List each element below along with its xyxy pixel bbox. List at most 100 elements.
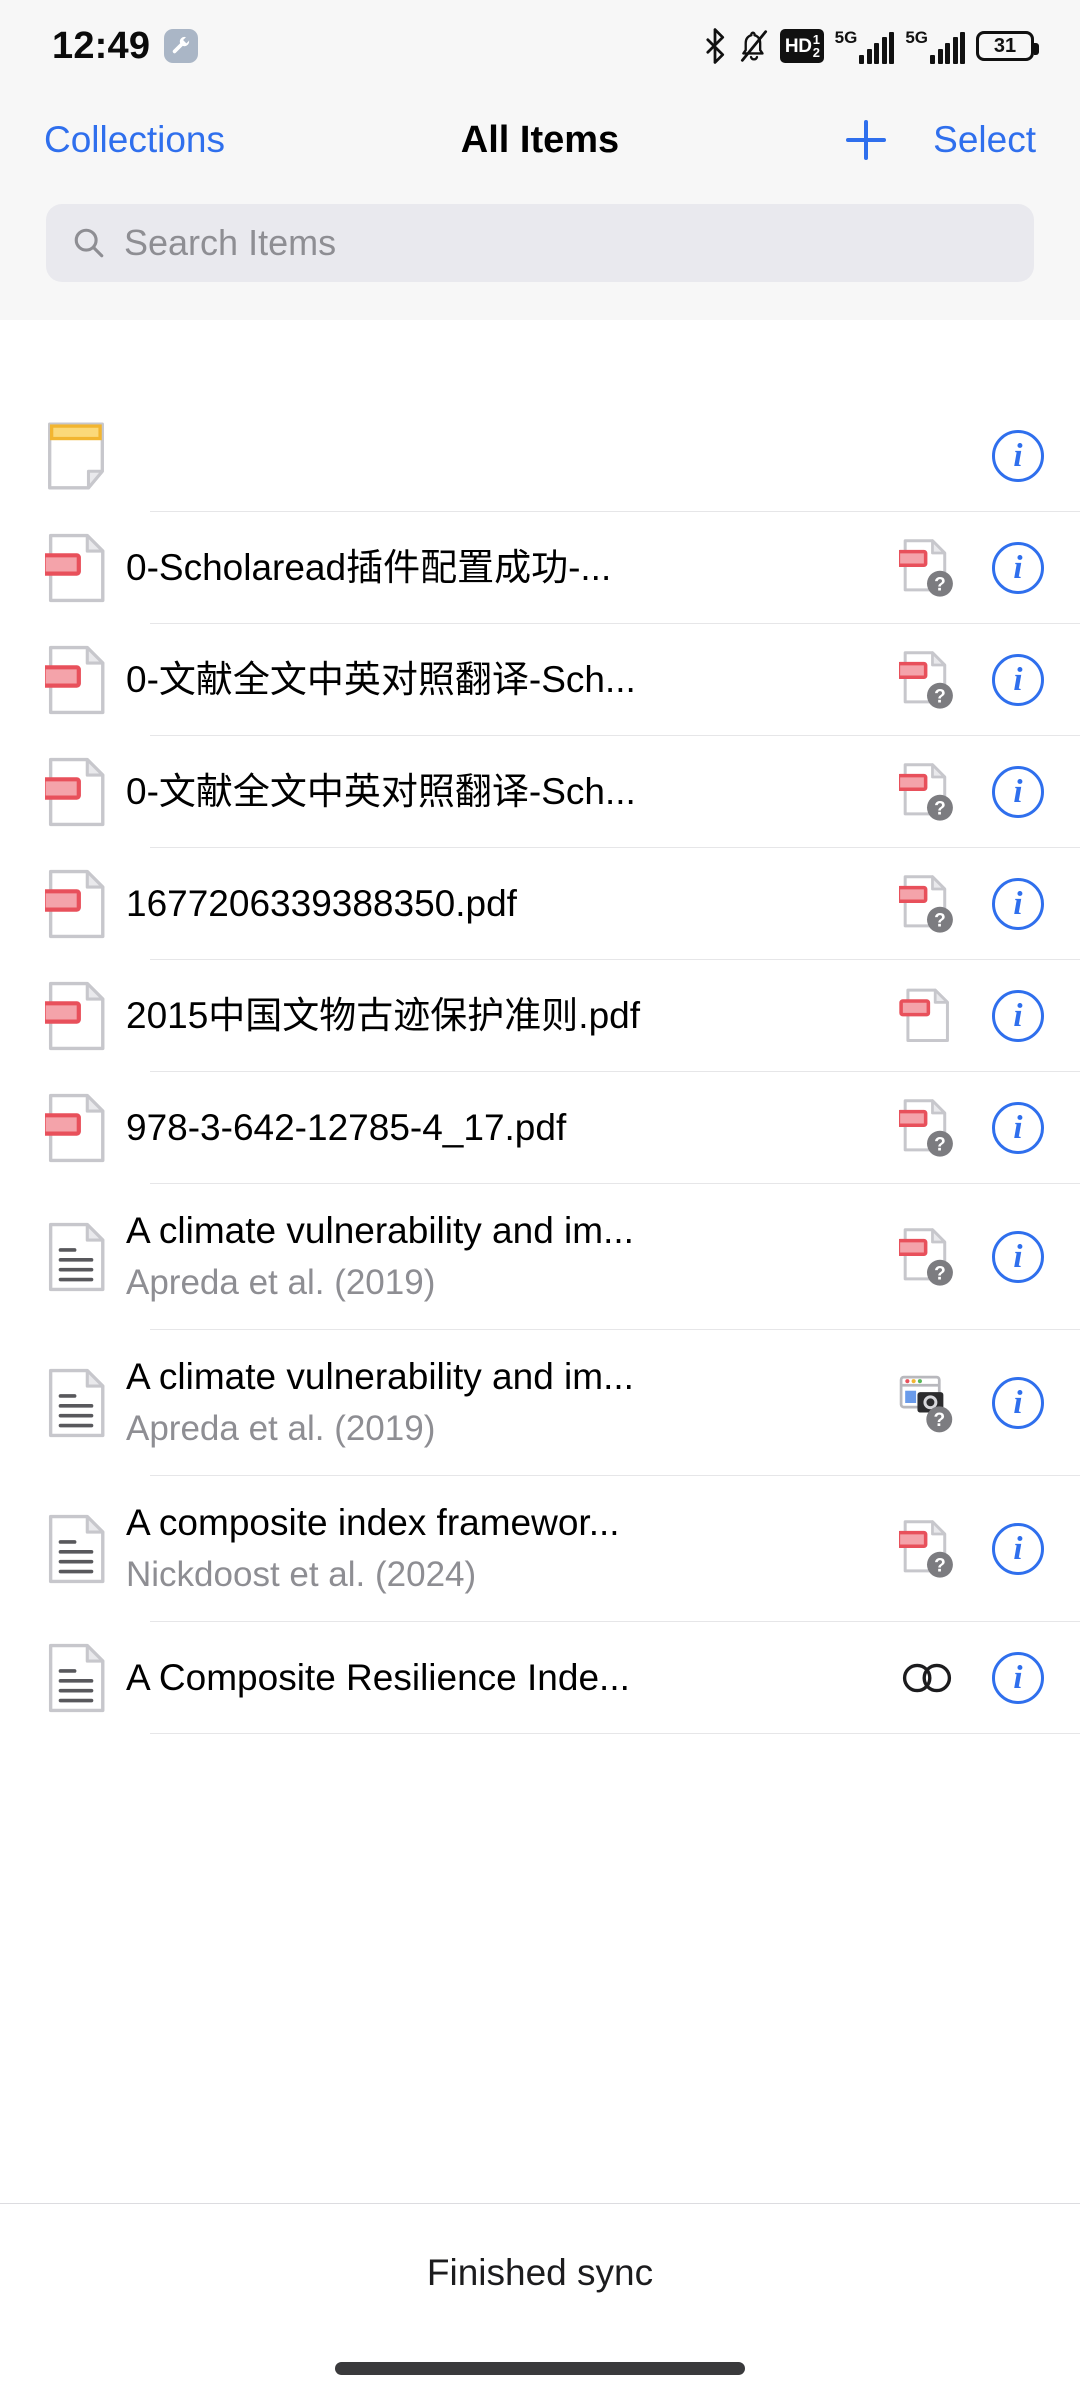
journal-article-icon — [45, 1641, 107, 1715]
list-item[interactable]: 2015中国文物古迹保护准则.pdf i — [0, 960, 1080, 1072]
item-attachment-status[interactable]: ? — [884, 1227, 970, 1287]
item-type-icon-wrap — [26, 1220, 126, 1294]
pdf-attachment-icon — [45, 643, 107, 717]
home-indicator[interactable] — [335, 2362, 745, 2375]
item-info-wrap: i — [970, 1377, 1044, 1429]
add-item-button[interactable] — [843, 117, 889, 163]
info-button[interactable]: i — [992, 766, 1044, 818]
pdf-missing-icon: ? — [899, 650, 955, 710]
journal-article-icon — [45, 1366, 107, 1440]
item-type-icon-wrap — [26, 1091, 126, 1165]
svg-text:?: ? — [934, 1555, 946, 1576]
item-attachment-status[interactable]: ? — [884, 538, 970, 598]
list-item[interactable]: A climate vulnerability and im... Apreda … — [0, 1330, 1080, 1476]
info-button[interactable]: i — [992, 1523, 1044, 1575]
list-item[interactable]: 0-文献全文中英对照翻译-Sch...? i — [0, 736, 1080, 848]
search-input[interactable] — [124, 222, 1008, 264]
item-info-wrap: i — [970, 542, 1044, 594]
pdf-missing-icon: ? — [899, 1227, 955, 1287]
list-item[interactable]: i — [0, 400, 1080, 512]
info-button[interactable]: i — [992, 878, 1044, 930]
list-item[interactable]: A Composite Resilience Inde... i — [0, 1622, 1080, 1734]
navigation-bar: Collections All Items Select — [0, 92, 1080, 188]
item-creator-year: Apreda et al. (2019) — [126, 1409, 436, 1449]
wrench-icon — [164, 29, 199, 63]
item-attachment-status[interactable] — [884, 986, 970, 1046]
item-attachment-status[interactable]: ? — [884, 650, 970, 710]
item-info-wrap: i — [970, 766, 1044, 818]
search-bar[interactable] — [46, 204, 1034, 282]
item-info-wrap: i — [970, 430, 1044, 482]
hd-label: HD — [784, 35, 812, 57]
svg-text:?: ? — [934, 574, 946, 595]
item-creator-year: Apreda et al. (2019) — [126, 1263, 436, 1303]
item-text-block: 0-文献全文中英对照翻译-Sch... — [126, 769, 884, 815]
svg-text:?: ? — [934, 686, 946, 707]
pdf-attachment-icon — [45, 979, 107, 1053]
pdf-attachment-icon — [45, 1091, 107, 1165]
signal-indicator-1: 5G — [835, 29, 895, 64]
item-title: A climate vulnerability and im... — [126, 1356, 634, 1398]
item-type-icon-wrap — [26, 420, 126, 492]
item-attachment-status[interactable]: ? — [884, 762, 970, 822]
list-item[interactable]: 0-文献全文中英对照翻译-Sch...? i — [0, 624, 1080, 736]
info-button[interactable]: i — [992, 1652, 1044, 1704]
info-button[interactable]: i — [992, 1377, 1044, 1429]
item-text-block: 978-3-642-12785-4_17.pdf — [126, 1105, 884, 1151]
collections-back-button[interactable]: Collections — [44, 119, 225, 161]
item-info-wrap: i — [970, 1102, 1044, 1154]
item-text-block: A Composite Resilience Inde... — [126, 1655, 884, 1701]
svg-text:?: ? — [934, 910, 946, 931]
pdf-missing-icon: ? — [899, 1098, 955, 1158]
hd-sub: 2 — [812, 45, 820, 60]
hd-voice-icon: HD 1 2 — [779, 29, 824, 63]
items-list[interactable]: i 0-Scholaread插件配置成功-...? i 0-文献全文中英对照翻译-Sc… — [0, 400, 1080, 2403]
item-type-icon-wrap — [26, 979, 126, 1053]
select-button[interactable]: Select — [933, 119, 1036, 161]
item-text-block: 1677206339388350.pdf — [126, 881, 884, 927]
item-attachment-status[interactable]: ? — [884, 1098, 970, 1158]
clock: 12:49 — [52, 24, 151, 67]
item-attachment-status[interactable]: ? — [884, 1373, 970, 1433]
signal-1-label: 5G — [834, 27, 858, 47]
item-title: A Composite Resilience Inde... — [126, 1656, 630, 1698]
item-info-wrap: i — [970, 654, 1044, 706]
pdf-missing-icon: ? — [899, 1519, 955, 1579]
nav-right-actions: Select — [843, 117, 1036, 163]
item-info-wrap: i — [970, 990, 1044, 1042]
item-attachment-status[interactable] — [884, 1658, 970, 1698]
status-bar-right: HD 1 2 5G 5G 31 — [702, 28, 1039, 64]
item-type-icon-wrap — [26, 531, 126, 605]
info-button[interactable]: i — [992, 990, 1044, 1042]
info-button[interactable]: i — [992, 654, 1044, 706]
svg-text:?: ? — [933, 1410, 945, 1431]
item-title: 2015中国文物古迹保护准则.pdf — [126, 994, 641, 1036]
status-bar: 12:49 HD 1 2 5G 5G 31 — [0, 0, 1080, 92]
item-text-block: A climate vulnerability and im... Apreda … — [126, 1208, 884, 1306]
svg-text:?: ? — [934, 798, 946, 819]
header: Collections All Items Select — [0, 92, 1080, 320]
list-item[interactable]: A composite index framewor... Nickdoost e… — [0, 1476, 1080, 1622]
pdf-attachment-icon — [45, 867, 107, 941]
list-item[interactable]: 0-Scholaread插件配置成功-...? i — [0, 512, 1080, 624]
item-title: 0-Scholaread插件配置成功-... — [126, 546, 612, 588]
search-icon — [72, 226, 106, 260]
list-item[interactable]: A climate vulnerability and im... Apreda … — [0, 1184, 1080, 1330]
info-button[interactable]: i — [992, 1102, 1044, 1154]
pdf-missing-icon: ? — [899, 538, 955, 598]
item-info-wrap: i — [970, 1231, 1044, 1283]
bottom-toolbar: Finished sync — [0, 2203, 1080, 2403]
item-title: A composite index framewor... — [126, 1502, 620, 1544]
item-text-block: 2015中国文物古迹保护准则.pdf — [126, 993, 884, 1039]
phone-screen: 12:49 HD 1 2 5G 5G 31 Collections All It… — [0, 0, 1080, 2403]
list-item[interactable]: 1677206339388350.pdf? i — [0, 848, 1080, 960]
item-attachment-status[interactable]: ? — [884, 874, 970, 934]
info-button[interactable]: i — [992, 542, 1044, 594]
info-button[interactable]: i — [992, 430, 1044, 482]
item-attachment-status[interactable]: ? — [884, 1519, 970, 1579]
note-icon — [45, 420, 107, 492]
list-item[interactable]: 978-3-642-12785-4_17.pdf? i — [0, 1072, 1080, 1184]
info-button[interactable]: i — [992, 1231, 1044, 1283]
item-type-icon-wrap — [26, 1366, 126, 1440]
item-type-icon-wrap — [26, 867, 126, 941]
